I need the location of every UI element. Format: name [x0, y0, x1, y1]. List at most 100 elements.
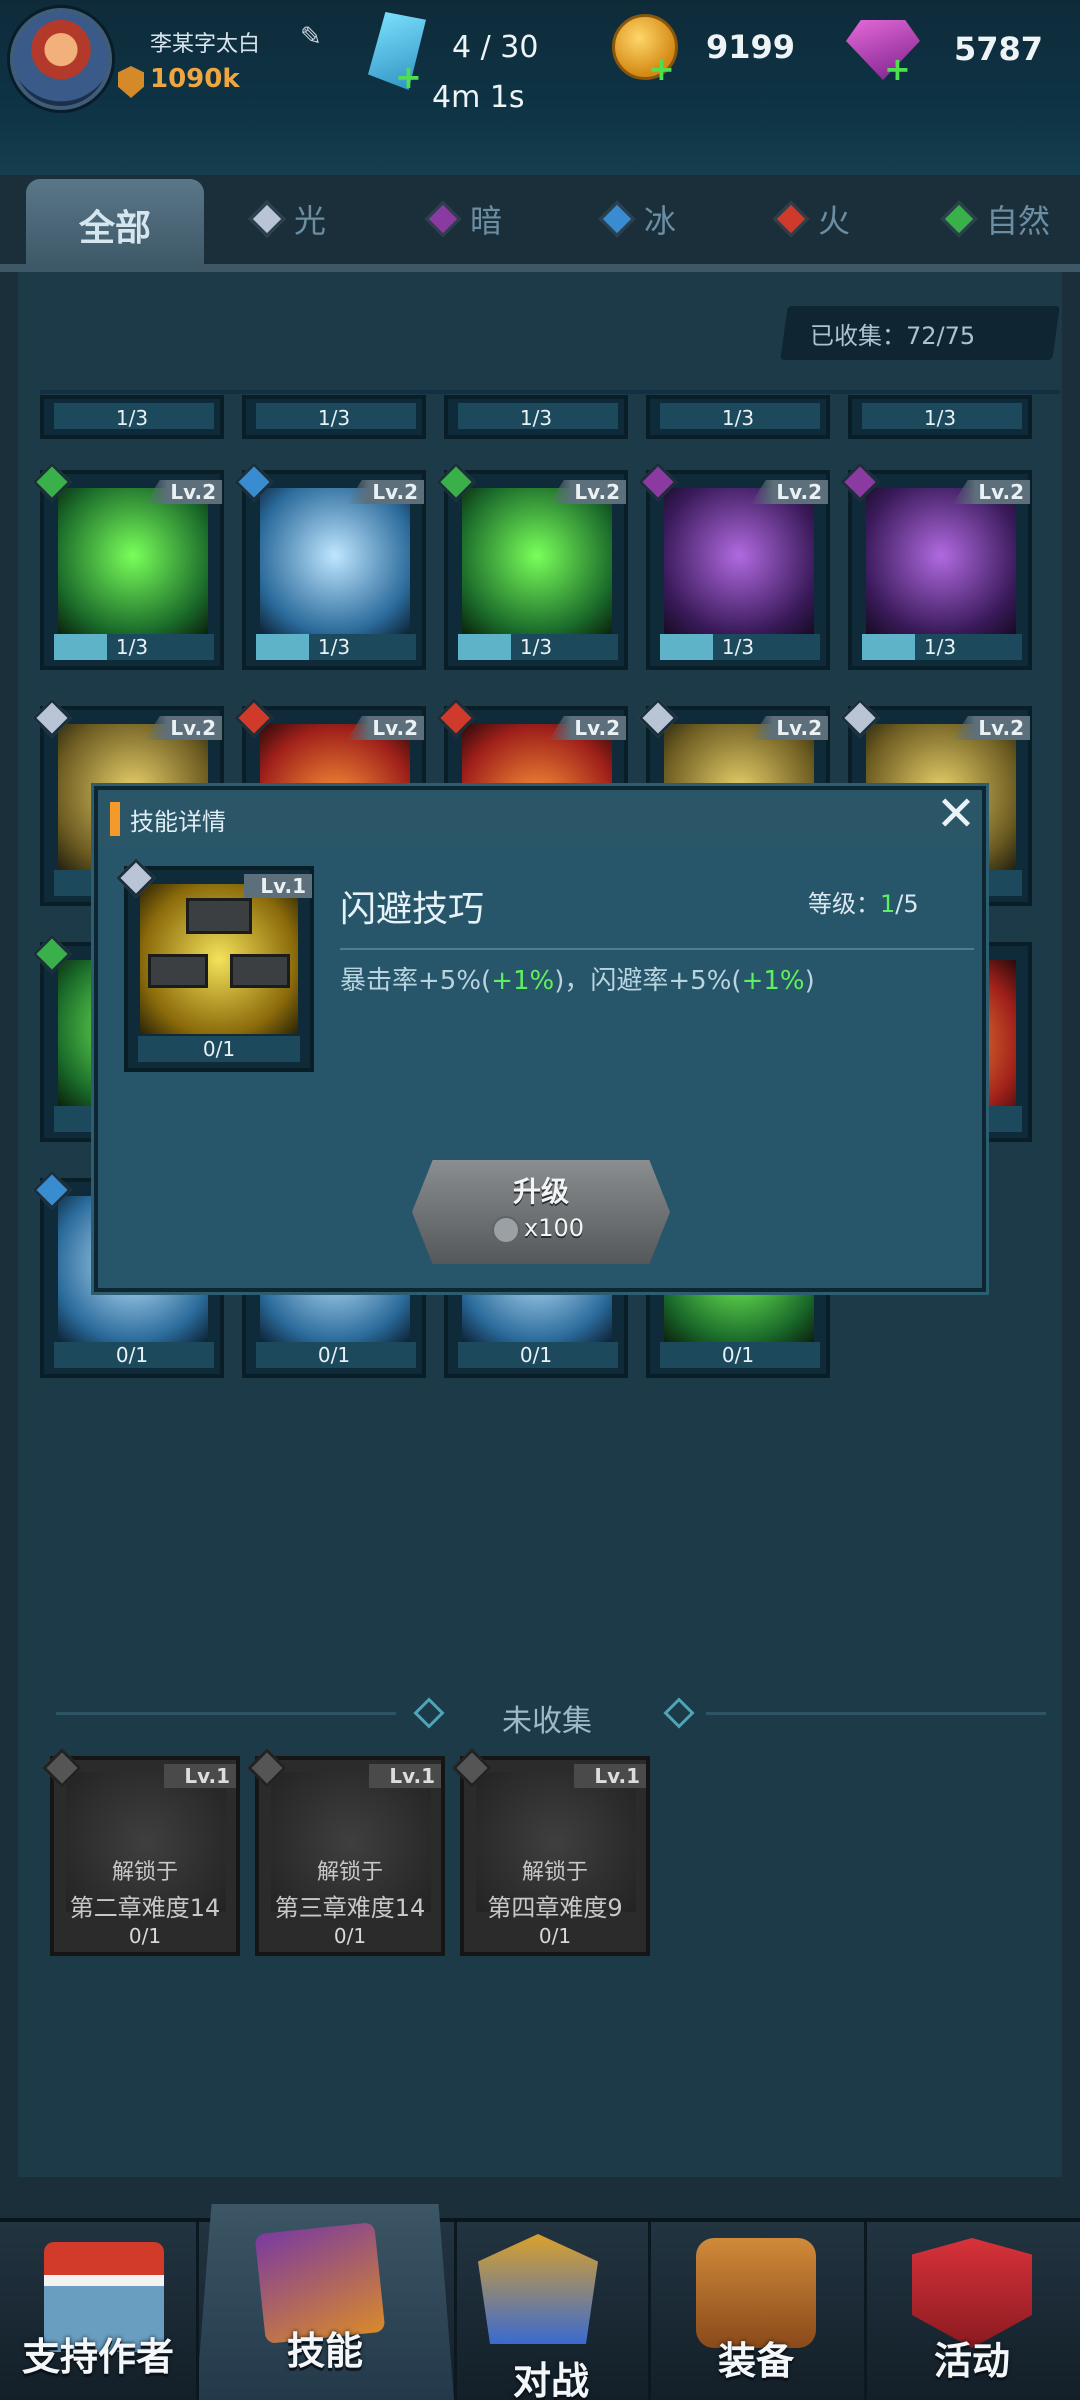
- nature-element-icon: [940, 200, 978, 238]
- card-count: 0/1: [333, 1924, 367, 1948]
- light-element-icon: [248, 200, 286, 238]
- nav-events[interactable]: 活动: [864, 2230, 1080, 2400]
- unlock-location: 第三章难度14: [274, 1894, 426, 1922]
- card-level: Lv.2: [144, 716, 222, 740]
- skill-card-partial[interactable]: 1/3: [40, 395, 224, 439]
- upgrade-cost: x100: [524, 1214, 585, 1242]
- skill-card[interactable]: Lv.2 1/3: [32, 462, 224, 670]
- coin-value: 9199: [706, 28, 796, 66]
- skill-card-partial[interactable]: 1/3: [646, 395, 830, 439]
- separator-line-left: [56, 1712, 396, 1715]
- add-gems-button[interactable]: +: [884, 53, 911, 85]
- nav-label: 支持作者: [21, 2335, 174, 2379]
- card-count: 1/3: [923, 406, 957, 430]
- unlock-location: 第四章难度9: [487, 1894, 623, 1922]
- skill-level: 等级：1/5: [808, 884, 919, 919]
- skill-art: [140, 884, 298, 1034]
- tab-light[interactable]: 光: [230, 175, 350, 263]
- card-count: 0/1: [721, 1343, 755, 1367]
- card-count: 1/3: [519, 406, 553, 430]
- tab-nature[interactable]: 自然: [928, 175, 1068, 263]
- skill-card[interactable]: Lv.2 1/3: [638, 462, 830, 670]
- locked-skill-card[interactable]: Lv.1 解锁于 第四章难度9 0/1: [452, 1748, 650, 1956]
- unlock-prefix: 解锁于: [316, 1860, 383, 1885]
- tab-all[interactable]: 全部: [26, 179, 204, 271]
- tab-dark[interactable]: 暗: [406, 175, 526, 263]
- nav-support-author[interactable]: 支持作者: [0, 2230, 196, 2400]
- nav-equipment[interactable]: 装备: [648, 2230, 864, 2400]
- card-count: 1/3: [317, 406, 351, 430]
- tab-label: 暗: [469, 202, 502, 240]
- desc-text: )，闪避率+5%(: [554, 966, 742, 996]
- skill-description: 暴击率+5%(+1%)，闪避率+5%(+1%): [340, 960, 815, 997]
- tab-label: 自然: [985, 202, 1050, 240]
- tab-ice[interactable]: 冰: [580, 175, 700, 263]
- separator-line-right: [706, 1712, 1046, 1715]
- player-name: 李某字太白: [150, 32, 261, 57]
- modal-header-accent: [110, 802, 120, 836]
- player-avatar[interactable]: [10, 8, 112, 110]
- upgrade-label: 升级: [512, 1175, 569, 1208]
- card-level: Lv.2: [952, 716, 1030, 740]
- element-tabs: 全部 光 暗 冰 火 自然: [0, 175, 1080, 271]
- card-level: Lv.1: [574, 1764, 646, 1788]
- card-count: 1/3: [721, 635, 755, 659]
- card-count: 1/3: [721, 406, 755, 430]
- desc-bonus: +1%: [491, 966, 555, 996]
- skill-name: 闪避技巧: [340, 889, 485, 930]
- tab-label: 火: [817, 202, 850, 240]
- tab-label: 全部: [78, 208, 151, 249]
- locked-skill-card[interactable]: Lv.1 解锁于 第二章难度14 0/1: [42, 1748, 240, 1956]
- hammer-icon: [148, 954, 208, 988]
- skill-card-partial[interactable]: 1/3: [444, 395, 628, 439]
- modal-title: 技能详情: [130, 808, 226, 836]
- edit-name-icon[interactable]: ✎: [300, 22, 330, 52]
- skill-card-partial[interactable]: 1/3: [848, 395, 1032, 439]
- modal-header: [98, 790, 982, 846]
- skill-art: [866, 488, 1016, 638]
- silver-coin-icon: [492, 1216, 520, 1244]
- skill-card-level: Lv.1: [244, 874, 312, 898]
- skill-art: [664, 488, 814, 638]
- card-count: 1/3: [923, 635, 957, 659]
- card-level: Lv.1: [369, 1764, 441, 1788]
- card-level: Lv.2: [952, 480, 1030, 504]
- skill-card-count: 0/1: [202, 1037, 236, 1061]
- collected-count: 已收集：72/75: [810, 322, 976, 350]
- crossed-swords-icon: [478, 2234, 598, 2344]
- unlock-prefix: 解锁于: [111, 1860, 178, 1885]
- locked-skill-card[interactable]: Lv.1 解锁于第三章难度14 0/1: [247, 1748, 445, 1956]
- skill-card[interactable]: Lv.2 1/3: [234, 462, 426, 670]
- card-count: 1/3: [317, 635, 351, 659]
- skill-art: [260, 488, 410, 638]
- card-level: Lv.2: [144, 480, 222, 504]
- add-energy-button[interactable]: +: [395, 61, 422, 93]
- nav-battle[interactable]: 对战: [454, 2230, 648, 2400]
- add-coins-button[interactable]: +: [648, 53, 675, 85]
- energy-timer: 4m 1s: [432, 80, 525, 115]
- card-level: Lv.2: [750, 480, 828, 504]
- desc-text: 暴击率+5%(: [340, 966, 492, 996]
- skill-card[interactable]: Lv.2 1/3: [436, 462, 628, 670]
- card-level: Lv.2: [548, 480, 626, 504]
- nav-label: 技能: [286, 2329, 363, 2373]
- card-level: Lv.2: [346, 480, 424, 504]
- card-level: Lv.2: [346, 716, 424, 740]
- skill-level-current: 1: [880, 890, 896, 918]
- energy-value: 4 / 30: [452, 30, 539, 65]
- nav-skills[interactable]: 技能: [196, 2210, 454, 2400]
- skill-card-partial[interactable]: 1/3: [242, 395, 426, 439]
- skill-art: [58, 488, 208, 638]
- card-level: Lv.2: [750, 716, 828, 740]
- skill-card[interactable]: Lv.2 1/3: [840, 462, 1032, 670]
- desc-bonus: +1%: [741, 966, 805, 996]
- nav-label: 装备: [717, 2339, 794, 2383]
- nav-label: 活动: [933, 2339, 1010, 2383]
- tab-fire[interactable]: 火: [754, 175, 874, 263]
- card-count: 0/1: [128, 1924, 162, 1948]
- card-count: 1/3: [519, 635, 553, 659]
- power-value: 1090k: [150, 64, 240, 94]
- skill-level-label: 等级：: [808, 890, 880, 918]
- close-icon[interactable]: ✕: [932, 790, 980, 838]
- ice-element-icon: [598, 200, 636, 238]
